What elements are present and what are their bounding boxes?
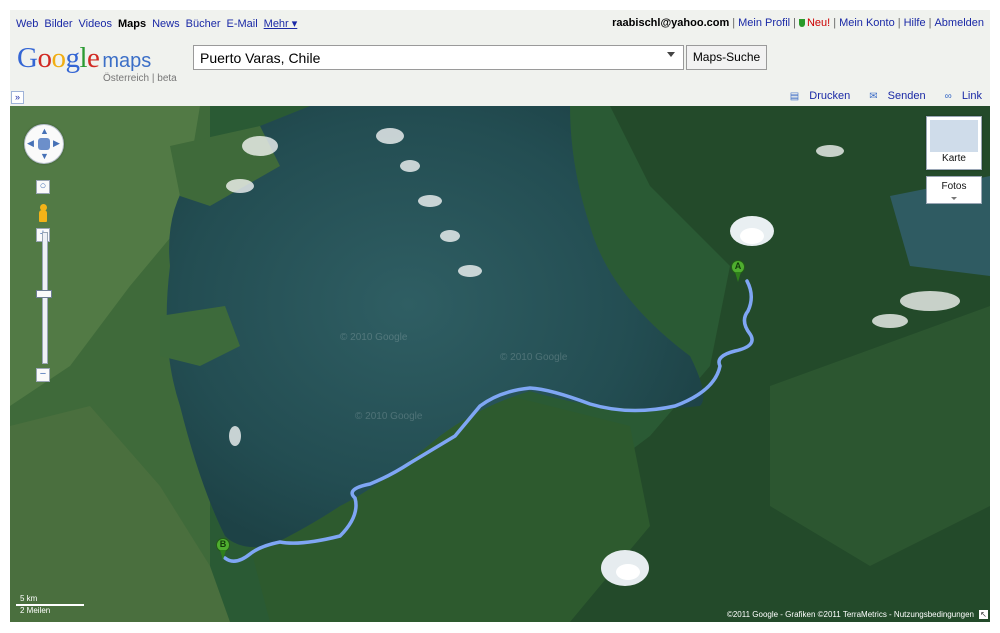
google-letter: o (51, 42, 66, 74)
pan-right-icon[interactable]: ▶ (53, 138, 60, 149)
scale-miles: 2 Meilen (20, 606, 51, 615)
send-label: Senden (887, 90, 926, 102)
reset-view-button[interactable]: ○ (36, 180, 50, 194)
google-letter: l (79, 42, 88, 74)
nav-link-email[interactable]: E-Mail (226, 18, 257, 30)
nav-link-news[interactable]: News (152, 18, 180, 30)
logo-region-beta: Österreich | beta (103, 73, 177, 84)
google-letter: g (65, 42, 80, 74)
marker-a-label: A (734, 261, 742, 271)
maps-search-button[interactable]: Maps-Suche (686, 45, 767, 70)
hand-icon[interactable] (38, 138, 50, 150)
google-services-links: Web Bilder Videos Maps News Bücher E-Mail Mehr … (16, 17, 303, 30)
print-label: Drucken (809, 90, 851, 102)
zoom-out-button[interactable]: − (36, 368, 50, 382)
satellite-imagery (10, 106, 990, 622)
satellite-map-view[interactable]: © 2010 Google © 2010 Google © 2010 Googl… (10, 106, 990, 622)
photos-label: Fotos (941, 181, 967, 192)
pan-up-icon[interactable]: ▲ (40, 126, 49, 136)
envelope-icon: ✉ (869, 91, 878, 102)
labs-flask-icon (798, 19, 805, 27)
search-input-value: Puerto Varas, Chile (200, 50, 321, 66)
map-type-thumbnail (930, 120, 978, 152)
maps-header: Google maps Österreich | beta Puerto Vara… (10, 38, 990, 88)
map-type-karte-button[interactable]: Karte (926, 116, 982, 170)
marker-b-label: B (219, 539, 227, 549)
marker-b[interactable]: B (216, 538, 230, 560)
link-link[interactable]: ∞ Link (937, 90, 982, 102)
nav-link-bilder[interactable]: Bilder (44, 18, 72, 30)
photos-toggle-button[interactable]: Fotos (926, 176, 982, 204)
logout-link[interactable]: Abmelden (934, 17, 984, 29)
google-wordmark: Google (17, 42, 100, 74)
chevron-down-icon (951, 197, 957, 200)
pegman-icon[interactable] (38, 204, 48, 224)
pan-left-icon[interactable]: ◀ (27, 138, 34, 149)
chain-link-icon: ∞ (944, 91, 952, 102)
search-input[interactable]: Puerto Varas, Chile (193, 45, 684, 70)
nav-link-web[interactable]: Web (16, 18, 38, 30)
print-link[interactable]: ▤ Drucken (782, 90, 850, 102)
google-maps-logo[interactable]: Google maps Österreich | beta (17, 42, 177, 84)
printer-icon: ▤ (789, 91, 800, 102)
zoom-slider-knob[interactable] (36, 290, 52, 298)
map-watermark: © 2010 Google (500, 352, 568, 363)
zoom-slider-track[interactable] (42, 232, 48, 364)
map-actions: ▤ Drucken ✉ Senden ∞ Link (774, 90, 982, 102)
send-link[interactable]: ✉ Senden (861, 90, 925, 102)
map-toolbar: » ▤ Drucken ✉ Senden ∞ Link (10, 88, 990, 106)
marker-a[interactable]: A (731, 260, 745, 282)
top-navigation-bar: Web Bilder Videos Maps News Bücher E-Mail Mehr … (10, 10, 990, 38)
search-history-dropdown-icon[interactable] (667, 52, 675, 57)
user-links: raabischl@yahoo.com | Mein Profil | Neu! | Mei… (612, 17, 984, 29)
nav-link-maps: Maps (117, 18, 147, 30)
my-profile-link[interactable]: Mein Profil (738, 17, 790, 29)
scale-km: 5 km (20, 594, 38, 603)
map-copyright[interactable]: ©2011 Google - Grafiken ©2011 TerraMetri… (727, 610, 974, 619)
map-watermark: © 2010 Google (355, 411, 423, 422)
new-badge-link[interactable]: Neu! (807, 17, 830, 29)
collapse-panel-button[interactable]: » (11, 91, 24, 104)
link-label: Link (961, 90, 982, 102)
maps-wordmark: maps (102, 50, 152, 72)
nav-more-menu[interactable]: Mehr ▾ (264, 18, 298, 30)
nav-link-videos[interactable]: Videos (79, 18, 112, 30)
user-email: raabischl@yahoo.com (612, 17, 730, 29)
pan-control[interactable]: ▲ ▼ ◀ ▶ (24, 124, 64, 164)
google-letter: G (17, 42, 38, 74)
google-letter: e (87, 42, 100, 74)
pan-down-icon[interactable]: ▼ (40, 151, 49, 161)
google-letter: o (37, 42, 52, 74)
help-link[interactable]: Hilfe (904, 17, 926, 29)
map-type-label: Karte (942, 153, 966, 164)
map-watermark: © 2010 Google (340, 332, 408, 343)
nav-link-buecher[interactable]: Bücher (186, 18, 221, 30)
my-account-link[interactable]: Mein Konto (839, 17, 895, 29)
resize-corner-icon[interactable]: ↖ (979, 610, 988, 619)
